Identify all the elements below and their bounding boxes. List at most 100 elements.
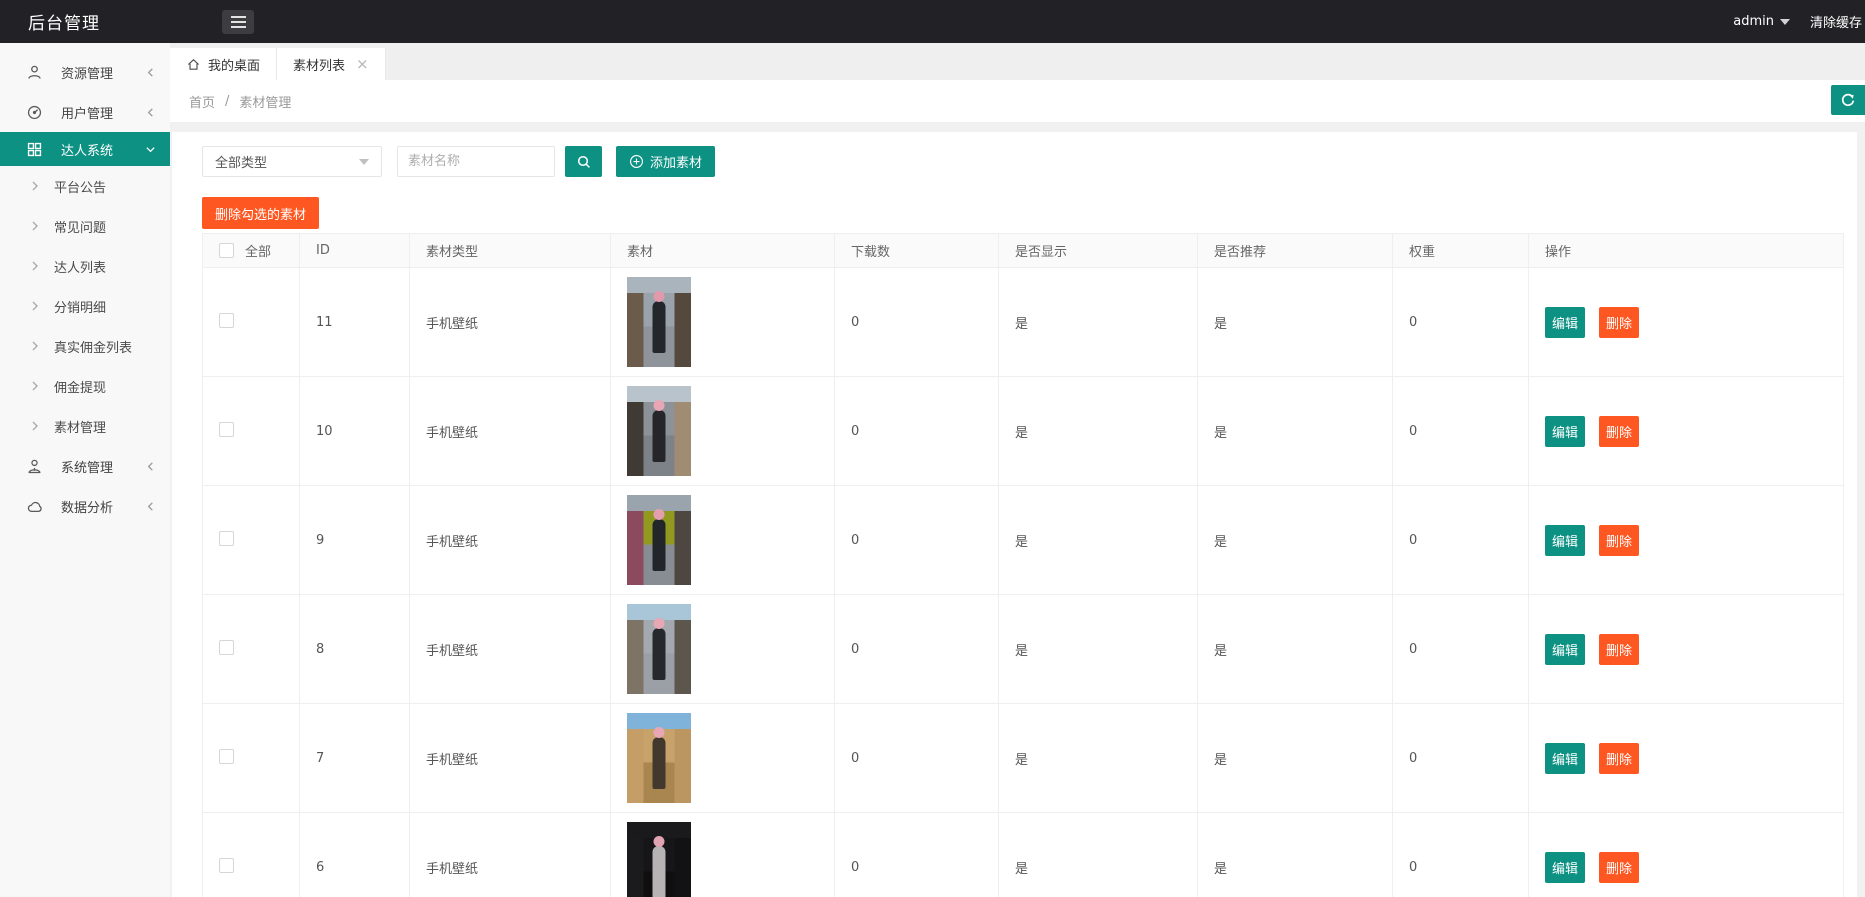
table-row: 7 手机壁纸 0 是 是 0 编辑 删除 [203, 704, 1844, 813]
topbar-right: admin 清除缓存 [1733, 12, 1865, 31]
thumbnail[interactable] [627, 822, 691, 897]
tab-label: 我的桌面 [208, 55, 260, 74]
cell-id: 7 [300, 704, 410, 813]
cell-visible: 是 [999, 268, 1198, 377]
sidebar-item-label: 系统管理 [61, 457, 145, 476]
row-checkbox[interactable] [219, 422, 234, 437]
edit-button[interactable]: 编辑 [1545, 525, 1585, 556]
cell-visible: 是 [999, 486, 1198, 595]
row-checkbox[interactable] [219, 531, 234, 546]
sidebar-item-label: 用户管理 [61, 103, 145, 122]
edit-button[interactable]: 编辑 [1545, 743, 1585, 774]
refresh-button[interactable] [1831, 85, 1865, 115]
delete-button[interactable]: 删除 [1599, 307, 1639, 338]
header-downloads: 下载数 [835, 234, 999, 268]
delete-button[interactable]: 删除 [1599, 525, 1639, 556]
close-icon[interactable]: × [356, 57, 369, 72]
table-row: 6 手机壁纸 0 是 是 0 编辑 删除 [203, 813, 1844, 897]
submenu-item-talent-list[interactable]: 达人列表 [0, 246, 170, 286]
person-icon [26, 458, 43, 475]
header-id: ID [300, 234, 410, 268]
delete-button[interactable]: 删除 [1599, 416, 1639, 447]
cloud-icon [26, 498, 43, 515]
edit-button[interactable]: 编辑 [1545, 634, 1585, 665]
sidebar-item-data-analysis[interactable]: 数据分析 [0, 486, 170, 526]
grid-icon [26, 141, 43, 158]
thumbnail[interactable] [627, 604, 691, 694]
cell-visible: 是 [999, 377, 1198, 486]
edit-button[interactable]: 编辑 [1545, 852, 1585, 883]
cell-recommended: 是 [1198, 268, 1393, 377]
edit-button[interactable]: 编辑 [1545, 307, 1585, 338]
cell-weight: 0 [1393, 813, 1529, 897]
sidebar-item-system[interactable]: 系统管理 [0, 446, 170, 486]
clear-cache-button[interactable]: 清除缓存 [1810, 12, 1862, 31]
submenu-item-real-commission-list[interactable]: 真实佣金列表 [0, 326, 170, 366]
cell-material-type: 手机壁纸 [410, 486, 611, 595]
cell-weight: 0 [1393, 486, 1529, 595]
chevron-left-icon [145, 501, 156, 512]
header-weight: 权重 [1393, 234, 1529, 268]
sidebar-item-talent-system[interactable]: 达人系统 [0, 132, 170, 166]
edit-button[interactable]: 编辑 [1545, 416, 1585, 447]
cell-material-type: 手机壁纸 [410, 595, 611, 704]
delete-button[interactable]: 删除 [1599, 852, 1639, 883]
sidebar-item-resources[interactable]: 资源管理 [0, 52, 170, 92]
hamburger-icon [231, 16, 246, 28]
cell-id: 9 [300, 486, 410, 595]
chevron-down-icon [145, 144, 156, 155]
submenu-item-faq[interactable]: 常见问题 [0, 206, 170, 246]
arrow-right-icon [30, 180, 40, 192]
plus-circle-icon [629, 154, 644, 169]
cell-recommended: 是 [1198, 595, 1393, 704]
search-button[interactable] [565, 146, 602, 177]
submenu-item-commission-withdraw[interactable]: 佣金提现 [0, 366, 170, 406]
sidebar-item-users[interactable]: 用户管理 [0, 92, 170, 132]
row-checkbox[interactable] [219, 640, 234, 655]
select-all-checkbox[interactable] [219, 243, 234, 258]
sidebar-item-label: 数据分析 [61, 497, 145, 516]
cell-downloads: 0 [835, 704, 999, 813]
add-material-button[interactable]: 添加素材 [616, 146, 715, 177]
cell-id: 10 [300, 377, 410, 486]
breadcrumb-home[interactable]: 首页 [189, 92, 215, 111]
sidebar-item-label: 资源管理 [61, 63, 145, 82]
hamburger-button[interactable] [222, 10, 254, 34]
submenu-item-label: 佣金提现 [54, 377, 106, 396]
row-checkbox[interactable] [219, 858, 234, 873]
header-material: 素材 [611, 234, 835, 268]
breadcrumb: 首页 / 素材管理 [170, 80, 1865, 123]
user-menu[interactable]: admin [1733, 14, 1790, 29]
user-icon [26, 64, 43, 81]
cell-downloads: 0 [835, 268, 999, 377]
tab-desktop[interactable]: 我的桌面 [170, 48, 277, 80]
row-checkbox[interactable] [219, 313, 234, 328]
thumbnail[interactable] [627, 386, 691, 476]
material-name-input[interactable] [397, 146, 555, 177]
cell-material-type: 手机壁纸 [410, 704, 611, 813]
cell-downloads: 0 [835, 377, 999, 486]
cell-weight: 0 [1393, 595, 1529, 704]
cell-weight: 0 [1393, 704, 1529, 813]
breadcrumb-separator: / [225, 94, 229, 109]
tab-material-list[interactable]: 素材列表 × [277, 48, 386, 80]
content-card: 全部类型 添加素材 [172, 132, 1857, 897]
thumbnail[interactable] [627, 277, 691, 367]
home-icon [186, 57, 201, 72]
type-select[interactable]: 全部类型 [202, 146, 382, 177]
type-select-value: 全部类型 [215, 152, 267, 171]
delete-button[interactable]: 删除 [1599, 634, 1639, 665]
row-checkbox[interactable] [219, 749, 234, 764]
submenu-item-material-management[interactable]: 素材管理 [0, 406, 170, 446]
submenu-item-label: 真实佣金列表 [54, 337, 132, 356]
delete-button[interactable]: 删除 [1599, 743, 1639, 774]
thumbnail[interactable] [627, 495, 691, 585]
submenu-item-distribution-detail[interactable]: 分销明细 [0, 286, 170, 326]
header-select-all: 全部 [245, 241, 271, 260]
material-table: 全部 ID 素材类型 素材 下载数 是否显示 是否推荐 权重 操作 1 [202, 233, 1844, 897]
header-material-type: 素材类型 [410, 234, 611, 268]
table-body: 11 手机壁纸 0 是 是 0 编辑 删除 10 手机壁纸 0 是 是 0 编辑… [203, 268, 1844, 897]
thumbnail[interactable] [627, 713, 691, 803]
delete-selected-button[interactable]: 删除勾选的素材 [202, 197, 319, 229]
submenu-item-platform-notice[interactable]: 平台公告 [0, 166, 170, 206]
